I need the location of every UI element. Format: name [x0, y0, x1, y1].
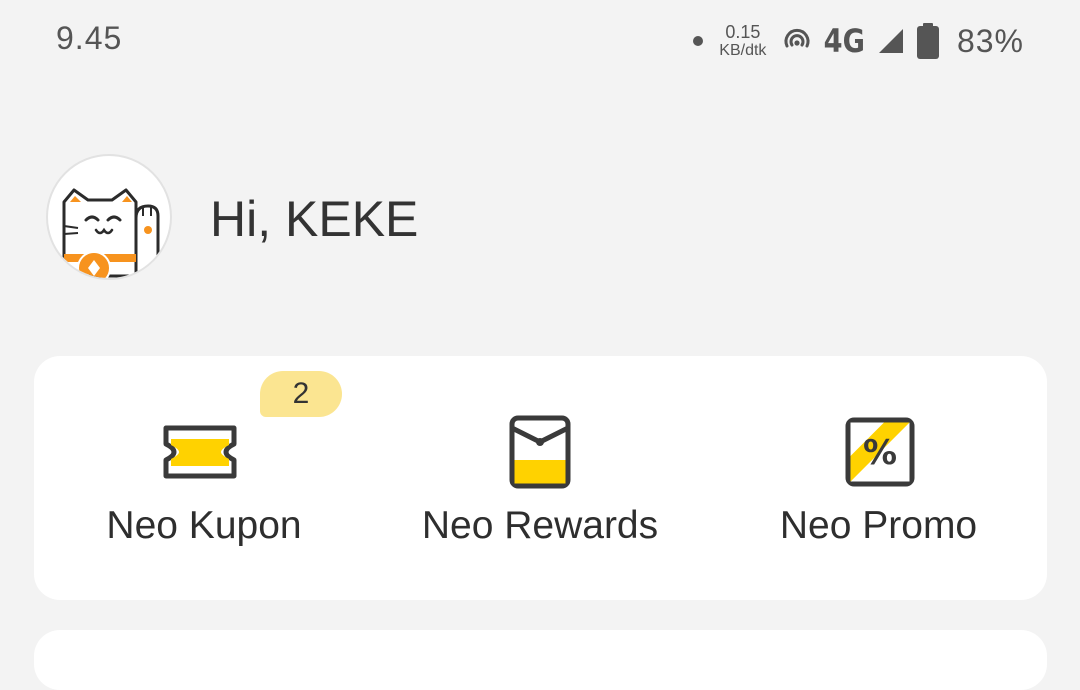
menu-item-neo-kupon[interactable]: Neo Kupon 2: [34, 356, 374, 600]
envelope-icon: [509, 415, 571, 489]
menu-item-neo-promo[interactable]: % Neo Promo: [710, 356, 1047, 600]
battery-icon: [916, 23, 939, 59]
network-speed-value: 0.15: [725, 22, 761, 42]
status-bar: 9.45 0.15 KB/dtk 4G 83%: [0, 0, 1080, 80]
menu-item-label: Neo Rewards: [421, 504, 659, 547]
next-card: [34, 630, 1047, 690]
network-speed-unit: KB/dtk: [719, 42, 767, 59]
percent-icon: %: [845, 417, 915, 487]
battery-percent: 83%: [956, 22, 1024, 59]
ticket-icon: [163, 425, 237, 479]
benefits-card: Neo Kupon 2 Neo Rewards % Neo Promo: [34, 356, 1047, 600]
status-time: 9.45: [56, 20, 123, 56]
svg-text:%: %: [863, 433, 897, 473]
avatar[interactable]: [46, 154, 172, 280]
menu-item-neo-rewards[interactable]: Neo Rewards: [370, 356, 710, 600]
menu-item-label: Neo Kupon: [106, 504, 302, 547]
greeting-text: Hi, KEKE: [210, 191, 419, 247]
network-type: 4G: [824, 22, 866, 60]
coupon-count-badge: 2: [260, 371, 342, 417]
lucky-cat-icon: [62, 188, 160, 278]
status-indicators: 0.15 KB/dtk 4G 83%: [693, 18, 1024, 64]
signal-icon: [878, 29, 903, 53]
network-speed: 0.15 KB/dtk: [719, 23, 766, 59]
hotspot-icon: [784, 28, 810, 48]
menu-item-label: Neo Promo: [779, 504, 978, 547]
notification-dot-icon: [693, 36, 704, 46]
